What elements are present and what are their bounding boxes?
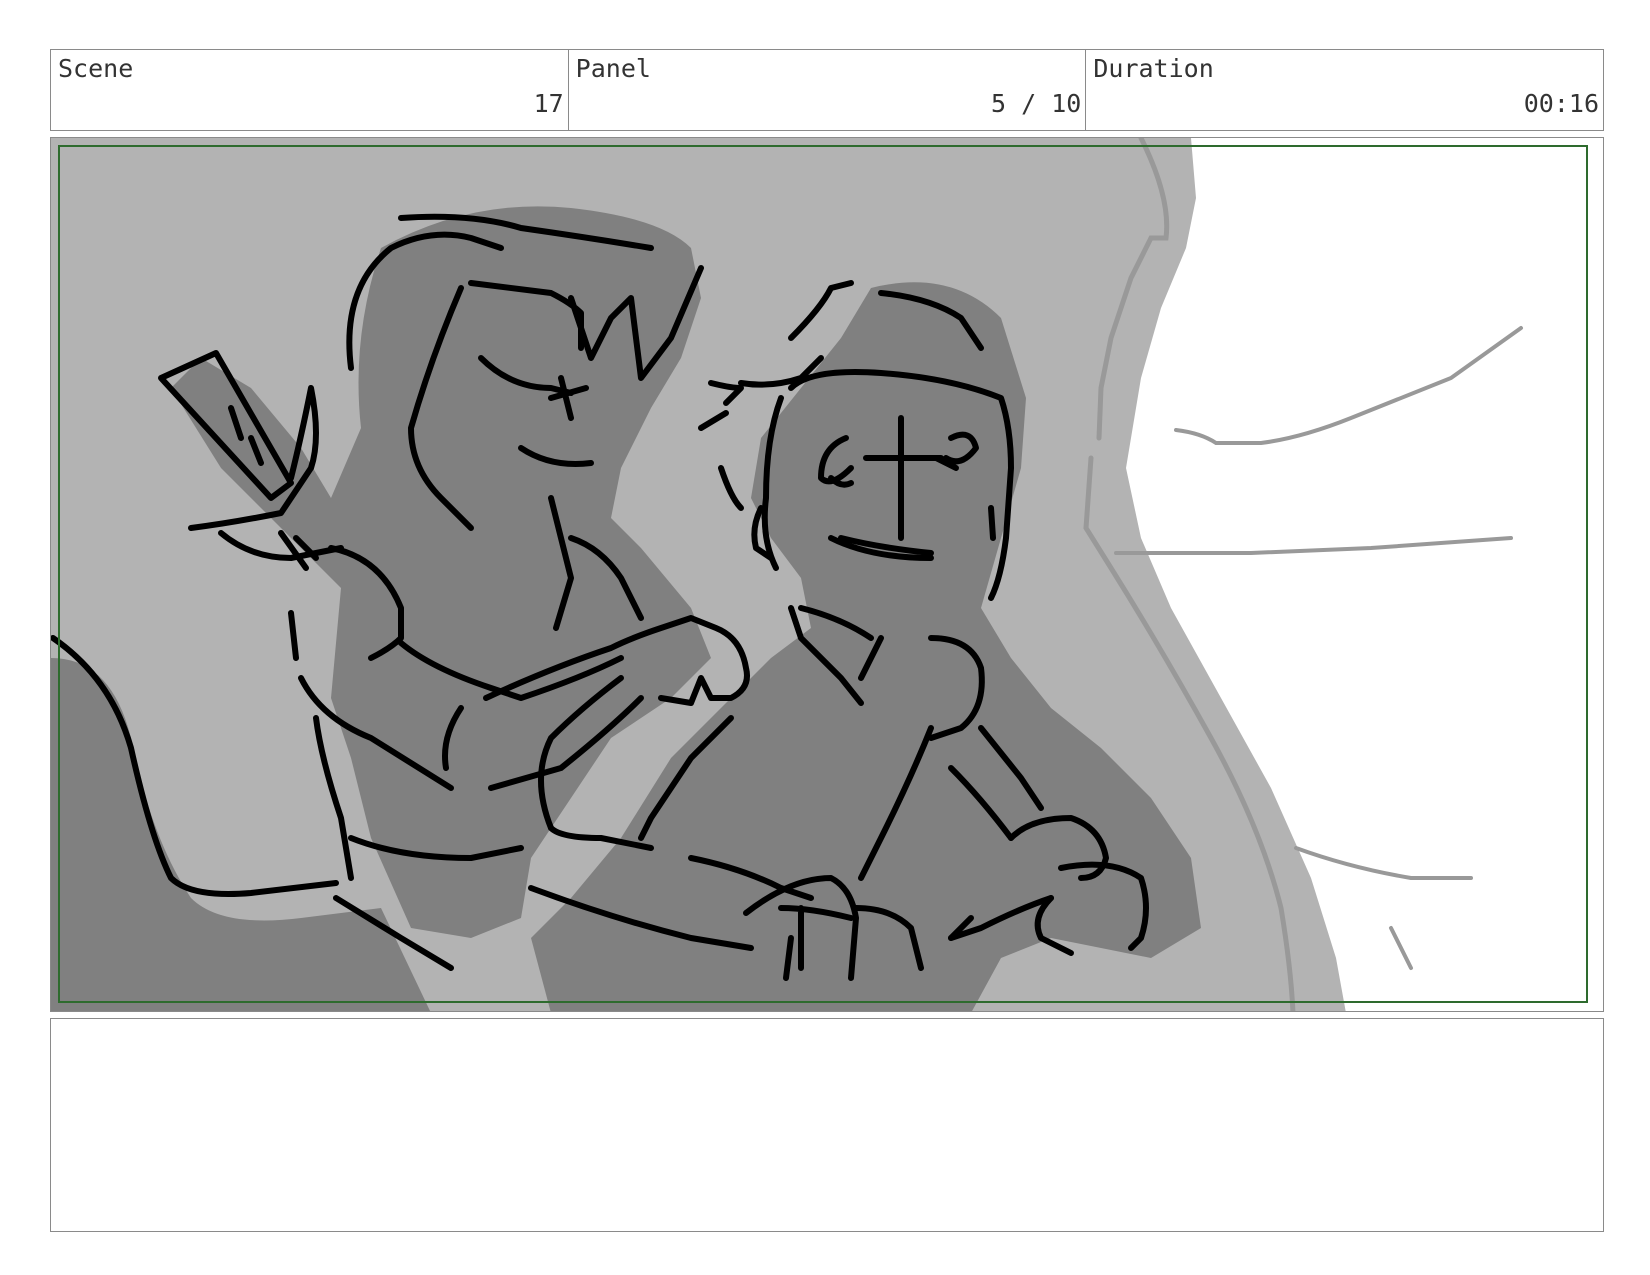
- scene-cell: Scene 17: [51, 50, 569, 130]
- panel-cell: Panel 5 / 10: [569, 50, 1087, 130]
- panel-label: Panel: [575, 54, 651, 83]
- foreground-arm-line: [1174, 326, 1523, 445]
- duration-cell: Duration 00:16: [1086, 50, 1603, 130]
- foreground-leg-line: [1389, 926, 1413, 970]
- scene-number: 17: [533, 89, 564, 118]
- panel-info-header: Scene 17 Panel 5 / 10 Duration 00:16: [50, 49, 1604, 131]
- storyboard-sketch: [51, 138, 1588, 1011]
- panel-number: 5 / 10: [991, 89, 1082, 118]
- duration-label: Duration: [1093, 54, 1214, 83]
- duration-value: 00:16: [1523, 89, 1600, 118]
- scene-label: Scene: [58, 54, 134, 83]
- panel-notes-area[interactable]: [50, 1018, 1604, 1232]
- foreground-chest-line: [1114, 536, 1513, 555]
- storyboard-frame: [50, 137, 1604, 1012]
- foreground-lower-line: [1294, 846, 1473, 880]
